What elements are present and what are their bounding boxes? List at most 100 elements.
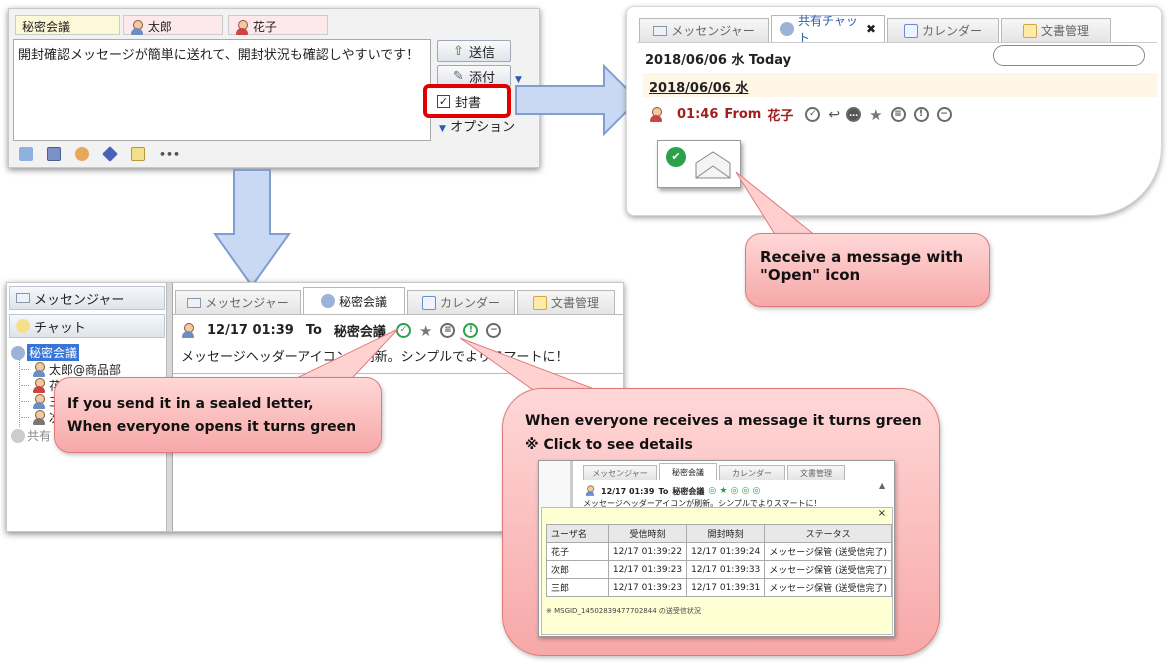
sealed-letter-option[interactable]: ✓ 封書 xyxy=(423,84,511,118)
star-icon[interactable]: ★ xyxy=(419,322,432,340)
tab-documents[interactable]: 文書管理 xyxy=(1001,18,1111,42)
search-input[interactable] xyxy=(993,45,1145,66)
callout-receive: Receive a message with "Open" icon xyxy=(745,233,990,307)
composer-panel: 秘密会議 太郎 花子 開封確認メッセージが簡単に送れて、開封状況も確認しやすいで… xyxy=(8,8,540,168)
tab-documents[interactable]: 文書管理 xyxy=(517,290,615,314)
list-icon[interactable]: ≡ xyxy=(890,107,906,122)
group-icon xyxy=(780,22,794,36)
alert-icon[interactable]: ! xyxy=(913,107,929,122)
scroll-up-icon[interactable]: ▲ xyxy=(879,481,885,490)
reply-icon[interactable]: ↩ xyxy=(828,107,840,123)
details-footer: ※ MSGID_14502839477702844 の送受信状況 xyxy=(546,607,701,615)
user-icon xyxy=(32,409,46,426)
star-icon[interactable]: ★ xyxy=(869,106,882,124)
message-time: 01:46 xyxy=(677,107,719,122)
details-message-header: 12/17 01:39 To 秘密会議 ◎ ★ ◎ ◎ ◎ xyxy=(583,483,760,499)
tab-label: カレンダー xyxy=(732,468,772,478)
tab-messenger[interactable]: メッセンジャー xyxy=(639,18,769,42)
tab-label: メッセンジャー xyxy=(671,24,755,38)
open-status-icon[interactable]: ✓ xyxy=(805,107,821,122)
close-icon[interactable]: × xyxy=(878,508,886,519)
sealed-checkbox[interactable]: ✓ xyxy=(437,94,450,108)
bookmark-icon[interactable] xyxy=(102,146,118,162)
sidebar-item-chat[interactable]: チャット xyxy=(9,314,165,338)
options-toggle[interactable]: ▼ オプション xyxy=(439,116,515,135)
send-button[interactable]: ⇧ 送信 xyxy=(437,40,511,62)
table-cell: 12/17 01:39:23 xyxy=(607,560,688,579)
arrow-right xyxy=(515,63,640,137)
sidebar-item-messenger[interactable]: メッセンジャー xyxy=(9,286,165,310)
tab-shared-chat[interactable]: 共有チャット ✖ xyxy=(771,14,885,45)
details-window: メッセンジャー 秘密会議 カレンダー 文書管理 12/17 01:39 To 秘… xyxy=(538,460,895,637)
receiver-tabbar: メッセンジャー 共有チャット ✖ カレンダー 文書管理 xyxy=(639,14,1113,45)
save-icon[interactable] xyxy=(47,147,61,161)
list-icon[interactable]: ≡ xyxy=(440,323,456,338)
tab-secret-meeting[interactable]: 秘密会議 xyxy=(659,463,717,480)
user-icon xyxy=(32,393,46,410)
calendar-icon xyxy=(421,295,436,310)
green-check-icon: ✔ xyxy=(666,147,686,167)
message-time: 12/17 01:39 xyxy=(601,486,655,496)
table-header-row: ユーザ名 受信時刻 開封時刻 ステータス xyxy=(546,524,892,543)
tree-root[interactable]: 秘密会議 xyxy=(11,344,80,361)
table-cell: 花子 xyxy=(546,542,609,561)
tab-secret-meeting[interactable]: 秘密会議 xyxy=(303,287,405,314)
table-cell: メッセージ保管 (送受信完了) xyxy=(764,542,892,561)
tab-calendar[interactable]: カレンダー xyxy=(887,18,999,42)
recipient-chip-taro[interactable]: 太郎 xyxy=(123,15,223,35)
table-cell: 次郎 xyxy=(546,560,609,579)
user-icon xyxy=(235,19,249,36)
table-cell: 12/17 01:39:33 xyxy=(686,560,766,579)
tab-label: カレンダー xyxy=(921,24,982,38)
tab-messenger[interactable]: メッセンジャー xyxy=(583,465,657,480)
tab-label: 共有チャット xyxy=(798,14,858,45)
open-envelope-button[interactable]: ✔ xyxy=(657,140,741,188)
mail-icon xyxy=(653,25,668,36)
message-from: From xyxy=(724,107,762,122)
folder-icon xyxy=(1022,23,1037,38)
status-icons[interactable]: ◎ ★ ◎ ◎ ◎ xyxy=(708,486,760,496)
recipient-chip-hanako[interactable]: 花子 xyxy=(228,15,328,35)
sidebar-item-label: メッセンジャー xyxy=(34,292,125,308)
pen-tool-icon[interactable] xyxy=(19,147,33,161)
message-textarea[interactable]: 開封確認メッセージが簡単に送れて、開封状況も確認しやすいです！ xyxy=(13,39,431,141)
message-target: 秘密会議 xyxy=(672,486,705,496)
callout-text: "Open" icon xyxy=(760,266,861,284)
tab-messenger[interactable]: メッセンジャー xyxy=(175,290,301,314)
callout-text: ※ Click to see details xyxy=(525,437,693,453)
message-to: To xyxy=(658,486,669,496)
receiver-divider xyxy=(637,42,1157,43)
tab-label: 文書管理 xyxy=(550,296,599,310)
minus-icon[interactable]: − xyxy=(936,107,952,122)
callout-pointer-receive xyxy=(735,171,818,237)
composer-toolbar: ••• xyxy=(19,146,180,162)
column-header: ステータス xyxy=(764,524,892,543)
close-icon[interactable]: ✖ xyxy=(866,22,876,36)
table-cell: メッセージ保管 (送受信完了) xyxy=(764,560,892,579)
recipient-chip-label: 花子 xyxy=(252,20,277,34)
table-cell: 12/17 01:39:22 xyxy=(607,542,688,561)
column-header: 受信時刻 xyxy=(607,524,688,543)
tree-shared[interactable]: 共有 xyxy=(11,427,51,444)
attach-label: 添付 xyxy=(468,70,495,86)
tree-shared-label: 共有 xyxy=(27,429,52,443)
message-header: 01:46 From 花子 ✓ ↩ … ★ ≡ ! − xyxy=(649,105,954,124)
tab-label: メッセンジャー xyxy=(205,296,289,310)
callout-text: If you send it in a sealed letter, xyxy=(67,396,314,412)
sender-tabbar: メッセンジャー 秘密会議 カレンダー 文書管理 xyxy=(175,287,617,314)
chevron-down-icon: ▼ xyxy=(439,124,446,134)
sender-avatar-icon xyxy=(585,485,595,496)
more-icon[interactable]: ••• xyxy=(159,148,180,161)
tree-child[interactable]: 太郎@商品部 xyxy=(21,361,121,378)
table-cell: 12/17 01:39:24 xyxy=(686,542,766,561)
tab-calendar[interactable]: カレンダー xyxy=(407,290,515,314)
table-row: 三郎 12/17 01:39:23 12/17 01:39:31 メッセージ保管… xyxy=(546,578,892,597)
tab-documents[interactable]: 文書管理 xyxy=(787,465,845,480)
comment-icon[interactable]: … xyxy=(846,107,862,122)
tab-calendar[interactable]: カレンダー xyxy=(719,465,785,480)
user-icon xyxy=(32,377,46,394)
palette-icon[interactable] xyxy=(75,147,89,161)
callout-text: Receive a message with xyxy=(760,248,964,266)
edit-note-icon[interactable] xyxy=(131,147,145,161)
tab-label: 秘密会議 xyxy=(672,467,704,477)
